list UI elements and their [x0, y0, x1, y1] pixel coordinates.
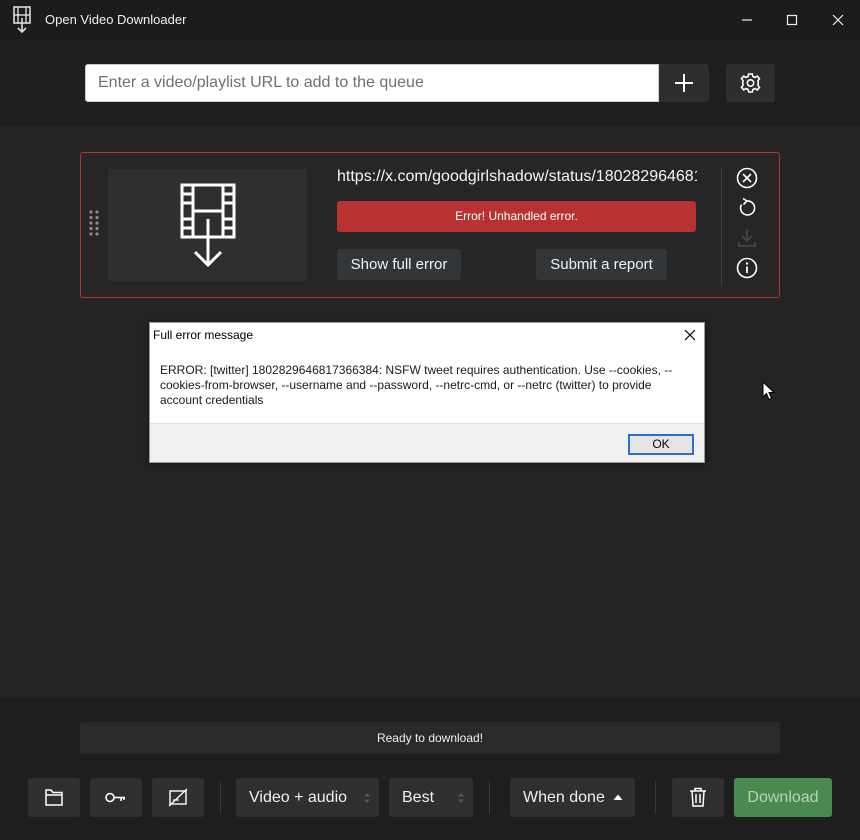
close-window-icon[interactable] [826, 8, 850, 32]
show-full-error-button[interactable]: Show full error [337, 249, 461, 280]
maximize-icon[interactable] [780, 8, 804, 32]
dialog-title: Full error message [153, 328, 254, 342]
card-divider [721, 167, 722, 285]
video-thumbnail [108, 169, 307, 281]
folder-icon [45, 789, 63, 806]
ok-button[interactable]: OK [628, 434, 694, 455]
bottom-panel [0, 697, 860, 840]
dialog-close-icon[interactable] [682, 327, 698, 343]
quality-select[interactable]: Best [389, 778, 473, 817]
settings-button[interactable] [726, 64, 775, 102]
when-done-value: When done [523, 789, 605, 806]
toolbar-separator [489, 781, 490, 814]
gear-icon [740, 73, 761, 93]
trash-icon [690, 787, 706, 807]
video-url: https://x.com/goodgirlshadow/status/1802… [337, 168, 697, 185]
url-input[interactable] [85, 64, 659, 102]
download-button[interactable]: Download [734, 778, 832, 817]
app-logo-icon [13, 6, 31, 34]
key-icon [105, 792, 125, 803]
submit-report-button[interactable]: Submit a report [536, 249, 667, 280]
select-arrows-icon [458, 793, 464, 803]
status-bar: Ready to download! [80, 722, 780, 754]
when-done-select[interactable]: When done [510, 778, 635, 817]
subtitles-off-icon [168, 788, 188, 807]
title-bar: Open Video Downloader [0, 0, 860, 40]
minimize-icon[interactable] [735, 8, 759, 32]
download-disabled-icon [738, 229, 756, 247]
error-status-bar: Error! Unhandled error. [337, 201, 696, 232]
window-title: Open Video Downloader [45, 12, 187, 27]
remove-circle-x-icon[interactable] [735, 166, 759, 190]
caret-up-icon [613, 794, 623, 800]
dialog-message: ERROR: [twitter] 1802829646817366384: NS… [160, 363, 673, 407]
video-download-icon [180, 183, 236, 268]
subtitles-toggle-button[interactable] [152, 778, 204, 817]
authentication-button[interactable] [90, 778, 142, 817]
toolbar-separator [220, 781, 221, 814]
add-url-button[interactable] [659, 64, 709, 102]
quality-value: Best [402, 789, 435, 806]
clear-queue-button[interactable] [672, 778, 724, 817]
download-type-select[interactable]: Video + audio [236, 778, 379, 817]
error-dialog: Full error message ERROR: [twitter] 1802… [149, 322, 705, 463]
select-arrows-icon [364, 793, 370, 803]
toolbar-separator [655, 781, 656, 814]
info-icon[interactable] [735, 256, 759, 280]
retry-icon[interactable] [735, 196, 759, 220]
mouse-cursor-icon [762, 381, 776, 401]
drag-handle-icon[interactable] [88, 209, 100, 237]
open-folder-button[interactable] [28, 778, 80, 817]
plus-icon [675, 74, 693, 92]
dialog-footer: OK [150, 423, 704, 462]
download-type-value: Video + audio [249, 789, 348, 806]
